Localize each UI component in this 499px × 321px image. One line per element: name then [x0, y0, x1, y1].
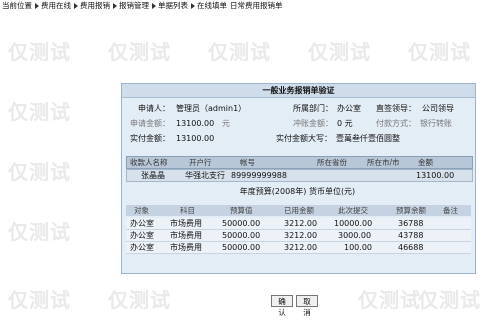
leader-value: 公司领导: [422, 104, 454, 113]
watermark: 仅测试: [8, 288, 71, 312]
table-row: 办公室 市场费用 50000.00 3212.00 10000.00 36788: [126, 218, 471, 230]
column-header: 收款人名称: [130, 158, 168, 167]
apply-amount-label: 申请金额：: [130, 119, 170, 128]
column-header: 帐号: [240, 158, 255, 167]
breadcrumb-item[interactable]: 在线填单: [197, 1, 227, 10]
apply-amount-value: 13100.00: [176, 119, 215, 128]
watermark: 仅测试: [108, 40, 171, 64]
arrow-right-icon: [152, 3, 156, 9]
dept-value: 办公室: [337, 104, 361, 113]
budget-value: 50000.00: [222, 243, 261, 252]
watermark: 仅测试: [8, 100, 71, 124]
column-header: 开户行: [189, 158, 212, 167]
confirm-button[interactable]: 确认: [271, 295, 293, 317]
watermark: 仅测试: [8, 220, 71, 244]
column-header: 备注: [443, 206, 458, 215]
breadcrumb-item[interactable]: 费用报销: [80, 1, 110, 10]
actual-upper-label: 实付金额大写：: [276, 134, 332, 143]
column-header: 所在市/市: [367, 158, 400, 167]
payee-amount: 13100.00: [416, 171, 455, 180]
watermark: 仅测试: [308, 40, 371, 64]
column-header: 此次提交: [338, 206, 368, 215]
watermark: 仅测试: [8, 40, 71, 64]
table-row: 办公室 市场费用 50000.00 3212.00 3000.00 43788: [126, 230, 471, 242]
arrow-right-icon: [35, 3, 39, 9]
watermark: 仅测试: [208, 40, 271, 64]
actual-upper-value: 壹萬叁仟壹佰圆整: [336, 134, 400, 143]
budget-balance: 43788: [398, 231, 424, 240]
budget-object: 办公室: [130, 243, 154, 252]
watermark: 仅测试: [418, 288, 481, 312]
budget-value: 50000.00: [222, 231, 261, 240]
budget-value: 50000.00: [222, 219, 261, 228]
leader-label: 直签领导：: [376, 104, 416, 113]
breadcrumb-item[interactable]: 报销管理: [119, 1, 149, 10]
actual-amount-label: 实付金额：: [130, 134, 170, 143]
breadcrumb-item[interactable]: 单据列表: [158, 1, 188, 10]
budget-used: 3212.00: [284, 219, 318, 228]
breadcrumb-item[interactable]: 费用在线: [41, 1, 71, 10]
arrow-right-icon: [74, 3, 78, 9]
budget-object: 办公室: [130, 219, 154, 228]
budget-subject: 市场费用: [170, 243, 202, 252]
payment-value: 银行转账: [420, 119, 452, 128]
table-row: 张晶晶 华强北支行 89999999988 13100.00: [126, 169, 473, 182]
budget-balance: 36788: [398, 219, 424, 228]
applicant-value: 管理员（admin1）: [176, 104, 247, 113]
budget-balance: 46688: [398, 243, 424, 252]
payment-label: 付款方式：: [376, 119, 416, 128]
table-row: 办公室 市场费用 50000.00 3212.00 100.00 46688: [126, 242, 471, 254]
offset-value: 0 元: [337, 119, 353, 128]
payee-name: 张晶晶: [141, 171, 165, 180]
column-header: 金额: [418, 158, 433, 167]
dept-label: 所属部门：: [293, 104, 333, 113]
arrow-right-icon: [113, 3, 117, 9]
budget-used: 3212.00: [284, 243, 318, 252]
budget-subject: 市场费用: [170, 231, 202, 240]
column-header: 对象: [134, 206, 149, 215]
budget-used: 3212.00: [284, 231, 318, 240]
budget-subject: 市场费用: [170, 219, 202, 228]
payee-table-header: 收款人名称 开户行 帐号 所在省份 所在市/市 金额: [126, 156, 473, 169]
watermark: 仅测试: [358, 288, 421, 312]
breadcrumb-current: 日常费用报销单: [230, 1, 283, 10]
column-header: 预算值: [230, 206, 253, 215]
budget-object: 办公室: [130, 231, 154, 240]
budget-submit: 10000.00: [334, 219, 373, 228]
watermark: 仅测试: [108, 288, 171, 312]
budget-submit: 3000.00: [338, 231, 372, 240]
breadcrumb-item: 当前位置: [2, 1, 32, 10]
apply-amount-unit: 元: [222, 119, 230, 128]
budget-title: 年度预算(2008年) 货币单位(元): [239, 187, 356, 196]
payee-account: 89999999988: [231, 171, 287, 180]
cancel-button[interactable]: 取消: [296, 295, 318, 317]
column-header: 科目: [180, 206, 195, 215]
watermark: 仅测试: [8, 160, 71, 184]
offset-label: 冲账金额：: [293, 119, 333, 128]
applicant-label: 申请人：: [138, 104, 170, 113]
breadcrumb: 当前位置 费用在线 费用报销 报销管理 单据列表 在线填单 日常费用报销单: [2, 0, 283, 12]
column-header: 已用金额: [284, 206, 314, 215]
budget-table-header: 对象 科目 预算值 已用金额 此次提交 预算余额 备注: [126, 205, 471, 216]
watermark: 仅测试: [408, 40, 471, 64]
form-title: 一般业务报销单验证: [122, 84, 475, 98]
arrow-right-icon: [191, 3, 195, 9]
column-header: 预算余额: [396, 206, 426, 215]
column-header: 所在省份: [317, 158, 347, 167]
payee-bank: 华强北支行: [185, 171, 225, 180]
actual-amount-value: 13100.00: [176, 134, 215, 143]
budget-submit: 100.00: [344, 243, 372, 252]
